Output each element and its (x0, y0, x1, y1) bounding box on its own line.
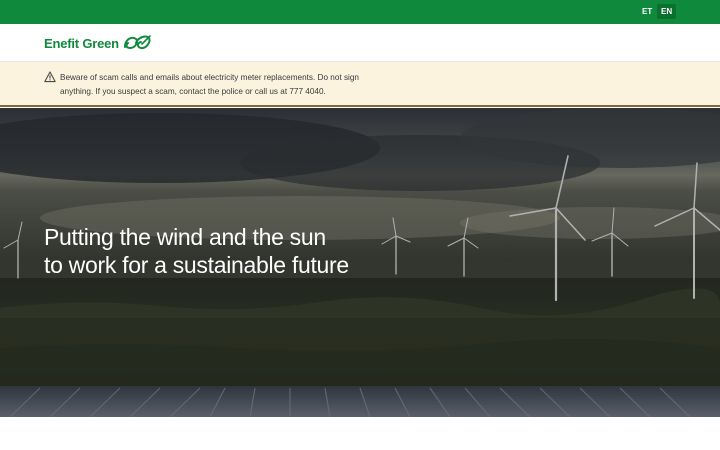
site-header: Enefit Green (0, 24, 720, 62)
language-en-link[interactable]: EN (657, 4, 676, 19)
home-logo-link[interactable]: Enefit Green (44, 34, 152, 52)
hero-title-line-2: to work for a sustainable future (44, 252, 349, 278)
hero-title-line-1: Putting the wind and the sun (44, 224, 326, 250)
top-bar: ET EN (0, 0, 720, 24)
leaf-loop-logo-icon (123, 35, 151, 50)
logo-text: Enefit Green (44, 35, 119, 51)
hero-banner: Putting the wind and the sun to work for… (0, 108, 720, 417)
page-content-area (0, 417, 720, 450)
language-et-link[interactable]: ET (638, 4, 656, 19)
scam-warning-text: Beware of scam calls and emails about el… (60, 73, 359, 96)
scam-warning-banner: Beware of scam calls and emails about el… (0, 62, 720, 107)
hero-title: Putting the wind and the sun to work for… (44, 223, 464, 279)
warning-triangle-icon (44, 71, 56, 83)
